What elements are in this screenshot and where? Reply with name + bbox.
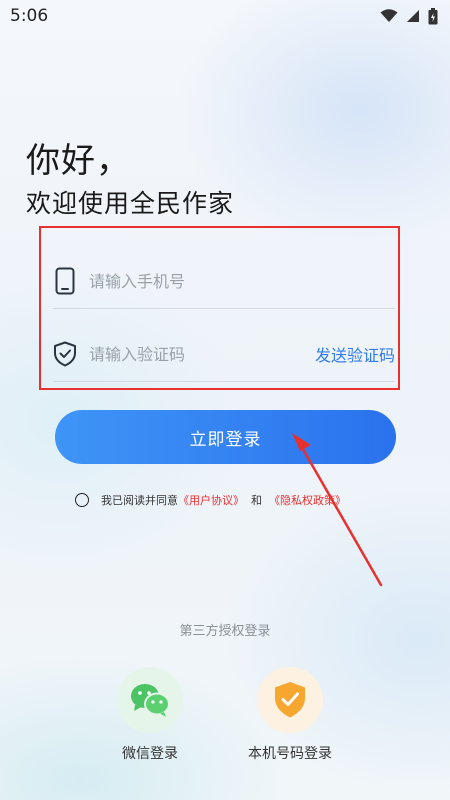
phone-row: [53, 255, 395, 307]
wechat-login-label: 微信登录: [122, 746, 178, 762]
phone-number-login[interactable]: 本机号码登录: [235, 667, 345, 763]
shield-check-icon: [53, 340, 77, 368]
user-agreement-link[interactable]: 《用户协议》: [178, 492, 244, 508]
phone-underline: [53, 308, 395, 309]
agreement-text: 我已阅读并同意: [101, 494, 178, 507]
agree-checkbox[interactable]: [75, 493, 89, 507]
phone-number-login-button[interactable]: [257, 667, 323, 733]
wechat-login-button[interactable]: [117, 667, 183, 733]
signal-icon: [407, 10, 419, 22]
code-underline: [53, 381, 395, 382]
wechat-login[interactable]: 微信登录: [95, 667, 205, 763]
greeting-title: 你好，: [26, 141, 131, 181]
battery-icon: [428, 7, 438, 24]
code-row: 发送验证码: [53, 328, 395, 380]
code-input[interactable]: [89, 344, 315, 364]
verified-shield-icon: [275, 682, 305, 718]
privacy-policy-link[interactable]: 《隐私权政策》: [269, 492, 346, 508]
send-code-button[interactable]: 发送验证码: [315, 342, 395, 366]
agreement-and: 和: [251, 494, 262, 507]
greeting-subtitle: 欢迎使用全民作家: [26, 189, 235, 218]
status-time: 5:06: [10, 6, 49, 26]
phone-device-icon: [53, 267, 77, 295]
login-button[interactable]: 立即登录: [55, 410, 396, 464]
wechat-icon: [131, 684, 170, 717]
agreement-row: 我已阅读并同意 《用户协议》 和 《隐私权政策》: [75, 491, 346, 509]
status-icons: [380, 7, 438, 25]
wifi-icon: [380, 9, 398, 22]
phone-number-login-label: 本机号码登录: [248, 746, 332, 762]
phone-input[interactable]: [89, 271, 395, 291]
annotation-arrow: [292, 433, 383, 587]
status-bar: 5:06: [0, 0, 450, 32]
third-party-title: 第三方授权登录: [179, 624, 271, 639]
